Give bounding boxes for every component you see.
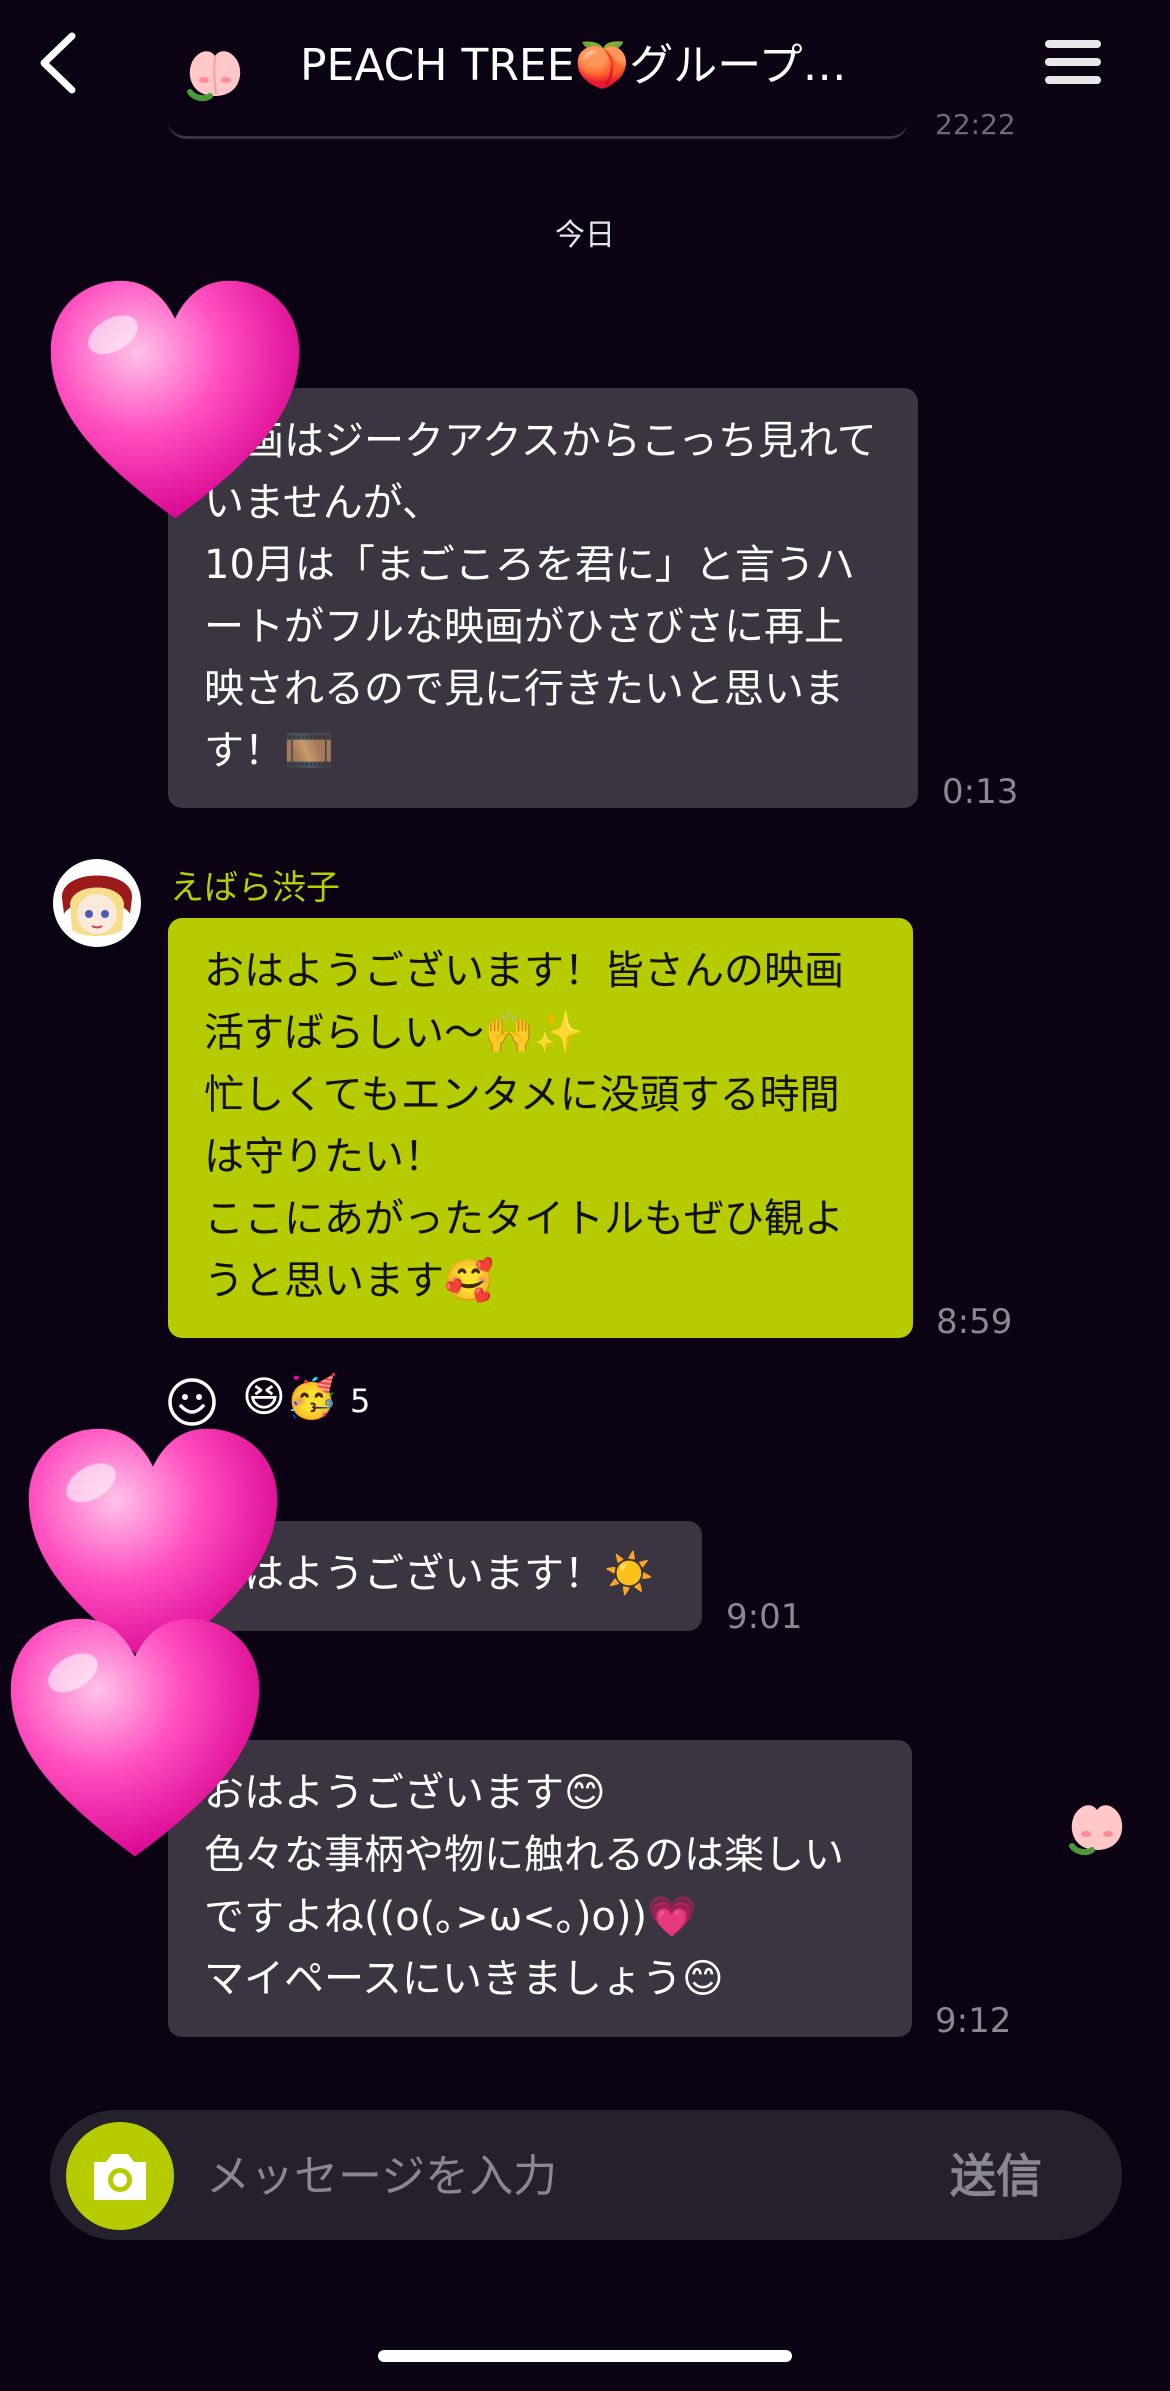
previous-message-bubble (168, 110, 908, 139)
back-button[interactable] (30, 28, 90, 98)
previous-message-time: 22:22 (935, 108, 1016, 141)
sender-name: えばら渋子 (170, 868, 340, 908)
reaction-emojis[interactable]: 😆🥳 (242, 1372, 338, 1422)
message-input[interactable] (204, 2130, 888, 2222)
message-bubble-highlighted[interactable]: おはようございます！皆さんの映画活すばらしい〜🙌✨ 忙しくてもエンタメに没頭する… (168, 918, 913, 1338)
message-bubble[interactable]: おはようございます😊 色々な事柄や物に触れるのは楽しいですよね((o(｡>ω<｡… (168, 1740, 912, 2037)
sender-avatar[interactable] (52, 858, 142, 948)
camera-button[interactable] (66, 2122, 174, 2230)
message-time: 9:01 (726, 1597, 803, 1637)
hamburger-menu-icon[interactable] (1045, 40, 1101, 90)
send-button[interactable]: 送信 (950, 2140, 1042, 2206)
heart-sticker-icon (50, 280, 300, 519)
message-time: 0:13 (942, 772, 1019, 812)
heart-sticker-icon (10, 1618, 260, 1857)
peach-avatar[interactable] (180, 34, 250, 104)
camera-icon (94, 2154, 146, 2200)
reaction-count: 5 (350, 1382, 371, 1420)
date-separator: 今日 (555, 218, 615, 253)
chevron-left-icon (40, 32, 76, 94)
message-time: 9:12 (935, 2001, 1012, 2041)
home-indicator (378, 2350, 792, 2362)
peach-avatar[interactable] (1062, 1788, 1132, 1858)
message-time: 8:59 (936, 1302, 1013, 1342)
chat-title[interactable]: PEACH TREE🍑グループチ… (300, 36, 890, 96)
